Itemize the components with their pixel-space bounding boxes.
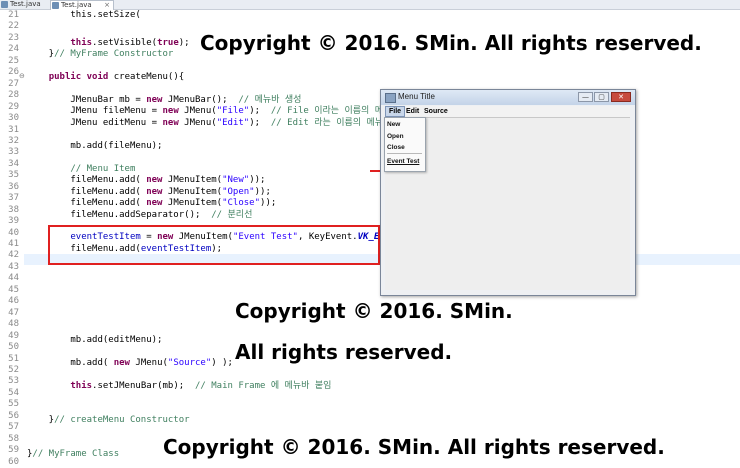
line-number: 54 bbox=[8, 387, 19, 398]
line-number: 41 bbox=[8, 239, 19, 249]
menu-separator bbox=[387, 153, 422, 154]
code-line-51: mb.add( new JMenu("Source") ); bbox=[70, 358, 233, 368]
menu-item-event-test[interactable]: Event Test bbox=[387, 158, 419, 165]
menu-edit[interactable]: Edit bbox=[403, 106, 422, 117]
code-line-26: public void createMenu(){ bbox=[48, 72, 185, 82]
line-number: 29 bbox=[8, 101, 19, 112]
java-file-icon bbox=[1, 1, 8, 8]
line-number: 31 bbox=[8, 124, 19, 135]
highlight-box bbox=[48, 225, 380, 265]
line-number: 46 bbox=[8, 296, 19, 307]
line-number: 28 bbox=[8, 90, 19, 101]
line-number: 60 bbox=[8, 456, 19, 467]
line-number: 48 bbox=[8, 319, 19, 330]
code-line-34: // Menu Item bbox=[70, 164, 136, 174]
watermark-top: Copyright © 2016. SMin. All rights reser… bbox=[200, 31, 702, 55]
watermark-middle-1: Copyright © 2016. SMin. bbox=[235, 299, 513, 323]
line-number: 22 bbox=[8, 21, 19, 32]
line-number: 53 bbox=[8, 376, 19, 387]
line-number: 55 bbox=[8, 399, 19, 410]
line-number: 30 bbox=[8, 113, 19, 124]
line-number: 47 bbox=[8, 307, 19, 318]
line-number: 23 bbox=[8, 32, 19, 43]
line-number: 49 bbox=[8, 330, 19, 341]
line-number: 35 bbox=[8, 170, 19, 181]
line-number: 33 bbox=[8, 147, 19, 158]
code-line-23: this.setVisible(true); bbox=[70, 38, 190, 48]
menu-item-new[interactable]: New bbox=[387, 121, 400, 128]
watermark-bottom: Copyright © 2016. SMin. All rights reser… bbox=[163, 435, 665, 459]
line-number: 59 bbox=[8, 445, 19, 456]
editor-tab-bar: Test.java Test.java × bbox=[0, 0, 740, 10]
code-line-21: this.setSize( bbox=[27, 10, 141, 20]
java-file-icon bbox=[52, 2, 59, 9]
code-line-24: }// MyFrame Constructor bbox=[27, 49, 174, 59]
code-line-32: mb.add(fileMenu); bbox=[70, 141, 163, 151]
close-window-button[interactable]: ✕ bbox=[611, 92, 631, 102]
line-number: 36 bbox=[8, 181, 19, 192]
line-number: 51 bbox=[8, 353, 19, 364]
line-number: 50 bbox=[8, 342, 19, 353]
line-number: 52 bbox=[8, 364, 19, 375]
java-window-icon bbox=[385, 93, 396, 103]
line-number: 44 bbox=[8, 273, 19, 284]
close-tab-icon[interactable]: × bbox=[104, 1, 110, 10]
watermark-middle-2: All rights reserved. bbox=[235, 340, 453, 364]
code-line-35: fileMenu.add( new JMenuItem("New")); bbox=[70, 175, 266, 185]
code-line-49: mb.add(editMenu); bbox=[70, 335, 163, 345]
line-number: 38 bbox=[8, 204, 19, 215]
code-line-36: fileMenu.add( new JMenuItem("Open")); bbox=[70, 187, 271, 197]
file-menu-popup: New Open Close Event Test bbox=[384, 117, 426, 172]
line-number: 39 bbox=[8, 216, 19, 227]
code-line-53: this.setJMenuBar(mb); // Main Frame 에 메뉴… bbox=[70, 381, 332, 391]
line-number: 40 bbox=[8, 227, 19, 238]
line-number: 45 bbox=[8, 284, 19, 295]
fold-collapse-icon[interactable]: ⊖ bbox=[19, 72, 25, 80]
line-number: 27 bbox=[8, 78, 19, 89]
code-line-59: }// MyFrame Class bbox=[27, 449, 120, 459]
code-line-29: JMenu fileMenu = new JMenu("File"); // F… bbox=[70, 106, 392, 116]
line-number: 26 bbox=[8, 67, 19, 78]
maximize-button[interactable]: ▢ bbox=[594, 92, 609, 102]
line-number: 24 bbox=[8, 44, 19, 55]
window-title: Menu Title bbox=[398, 92, 435, 101]
line-number: 21 bbox=[8, 10, 19, 20]
code-line-37: fileMenu.add( new JMenuItem("Close")); bbox=[70, 198, 277, 208]
tab-label: Test.java bbox=[61, 1, 92, 9]
line-number: 32 bbox=[8, 135, 19, 146]
line-number: 34 bbox=[8, 158, 19, 169]
minimize-button[interactable]: — bbox=[578, 92, 593, 102]
line-number: 58 bbox=[8, 433, 19, 444]
window-title-bar[interactable]: Menu Title — ▢ ✕ bbox=[381, 90, 635, 105]
code-line-28: JMenuBar mb = new JMenuBar(); // 메뉴바 생성 bbox=[70, 95, 302, 105]
line-number: 37 bbox=[8, 193, 19, 204]
menu-item-close[interactable]: Close bbox=[387, 144, 405, 151]
line-number: 42 bbox=[8, 250, 19, 261]
code-line-30: JMenu editMenu = new JMenu("Edit"); // E… bbox=[70, 118, 406, 128]
line-number: 43 bbox=[8, 261, 19, 272]
tab-label: Test.java bbox=[10, 0, 41, 8]
line-number: 25 bbox=[8, 55, 19, 66]
code-line-38: fileMenu.addSeparator(); // 분리선 bbox=[70, 210, 253, 220]
code-line-56: }// createMenu Constructor bbox=[27, 415, 190, 425]
line-number: 56 bbox=[8, 410, 19, 421]
menu-item-open[interactable]: Open bbox=[387, 133, 404, 140]
tab-test-java-1[interactable]: Test.java bbox=[0, 0, 56, 9]
menu-source[interactable]: Source bbox=[421, 106, 451, 117]
tab-test-java-2[interactable]: Test.java × bbox=[50, 0, 114, 10]
line-number: 57 bbox=[8, 422, 19, 433]
